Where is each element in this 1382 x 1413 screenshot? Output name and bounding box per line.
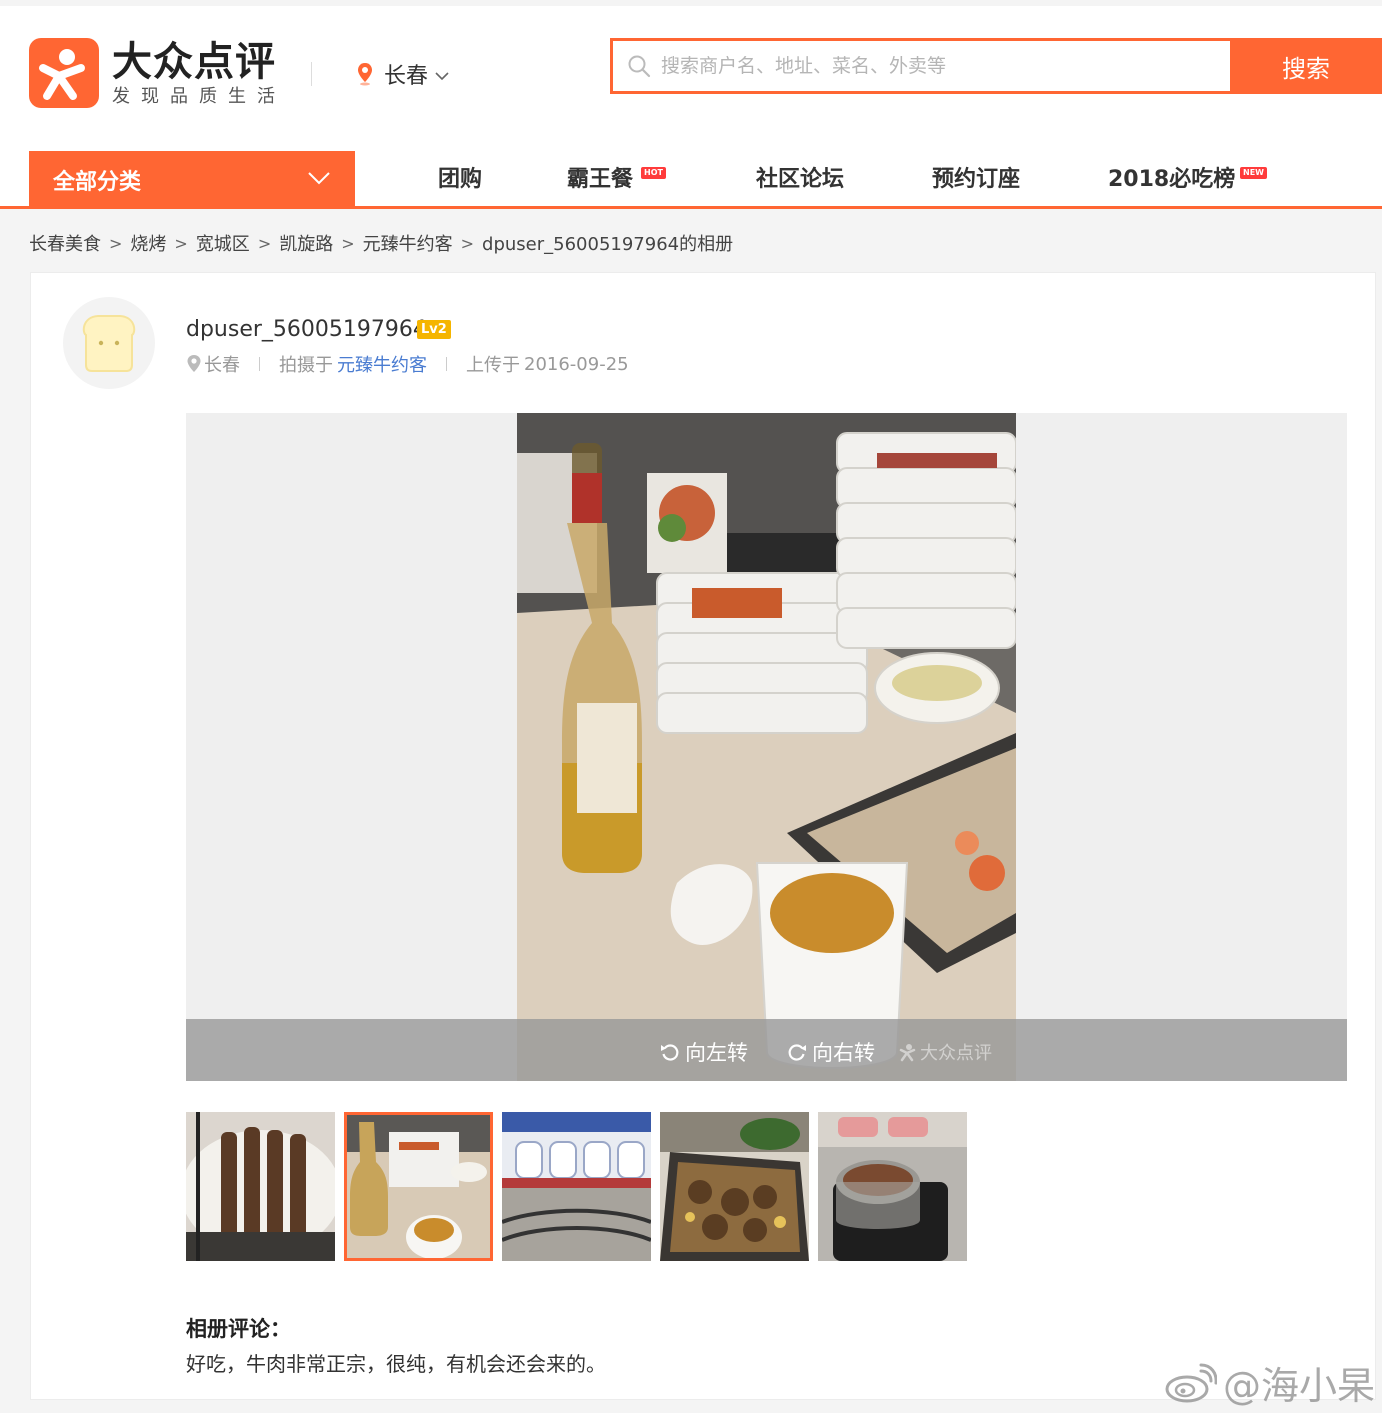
nav-item-group-buy[interactable]: 团购 — [438, 166, 482, 194]
breadcrumb-separator: > — [341, 233, 355, 253]
hot-badge: HOT — [641, 167, 666, 179]
meta-shop-link[interactable]: 元臻牛约客 — [337, 351, 427, 377]
meta-upload-prefix: 上传于 — [466, 355, 520, 376]
header-divider — [311, 62, 312, 86]
breadcrumb-separator: > — [460, 233, 475, 253]
location-pin-icon — [358, 63, 372, 86]
all-categories-dropdown[interactable]: 全部分类 — [29, 151, 355, 209]
thumbnail-beer[interactable] — [344, 1112, 493, 1261]
search-button[interactable]: 搜索 — [1230, 38, 1382, 94]
breadcrumb-separator: > — [109, 233, 123, 253]
rotate-left-button[interactable]: 向左转 — [659, 1037, 748, 1067]
username[interactable]: dpuser_56005197964 — [186, 315, 427, 345]
breadcrumb-separator: > — [174, 233, 188, 253]
meta-shot-prefix: 拍摄于 — [279, 355, 333, 376]
weibo-watermark: @海小杲 — [1163, 1355, 1375, 1410]
chevron-down-icon — [435, 72, 449, 81]
nav-item-free-meal[interactable]: 霸王餐 — [567, 166, 633, 194]
search-icon — [628, 55, 651, 78]
breadcrumb-item[interactable]: 凯旋路 — [279, 230, 333, 256]
breadcrumb-item[interactable]: 元臻牛约客 — [363, 230, 453, 256]
album-card: dpuser_56005197964 Lv2 长春 拍摄于 元臻牛约客 上传于 … — [30, 272, 1376, 1400]
nav-item-forum[interactable]: 社区论坛 — [756, 166, 844, 194]
chevron-down-icon — [308, 172, 330, 185]
dianping-logo[interactable] — [29, 38, 99, 108]
all-categories-label: 全部分类 — [53, 170, 142, 195]
breadcrumb-item[interactable]: 烧烤 — [130, 230, 166, 256]
meta-upload-date: 2016-09-25 — [524, 353, 629, 375]
comments-title: 相册评论： — [186, 1317, 291, 1341]
nav-underline — [0, 206, 1382, 209]
thumbnail-skewers[interactable] — [186, 1112, 335, 1261]
breadcrumb-item[interactable]: 长春美食 — [29, 230, 101, 256]
rotate-right-button[interactable]: 向右转 — [786, 1037, 875, 1067]
rotate-right-label: 向右转 — [812, 1041, 875, 1065]
thumbnail-grill[interactable] — [660, 1112, 809, 1261]
header: 大众点评 发现品质生活 长春 搜索 全部分类 团购 霸王餐 HOT 社区论坛 预… — [0, 6, 1382, 209]
new-badge: NEW — [1240, 167, 1267, 179]
breadcrumb-current: dpuser_56005197964的相册 — [482, 234, 734, 255]
meta-divider — [259, 357, 260, 371]
main-photo[interactable] — [517, 413, 1016, 1081]
watermark-text: 大众点评 — [920, 1043, 992, 1064]
photo-watermark: 大众点评 — [898, 1039, 992, 1065]
nav-item-reservation[interactable]: 预约订座 — [932, 166, 1020, 194]
thumbnail-hotpot[interactable] — [818, 1112, 967, 1261]
thumbnail-image — [344, 1112, 493, 1261]
rotate-right-icon — [788, 1044, 806, 1061]
thumbnail-image — [502, 1112, 651, 1261]
avatar[interactable] — [63, 297, 155, 389]
breadcrumb-separator: > — [257, 233, 272, 253]
thumbnail-image — [186, 1112, 335, 1261]
brand-slogan: 发现品质生活 — [112, 86, 286, 107]
logo-person-icon — [39, 49, 85, 100]
nav-item-must-eat-2018[interactable]: 2018必吃榜 — [1108, 166, 1235, 194]
meta-city: 长春 — [204, 355, 240, 376]
rotate-left-icon — [661, 1044, 679, 1061]
watermark-logo-icon — [899, 1044, 916, 1062]
breadcrumb-item[interactable]: 宽城区 — [196, 230, 250, 256]
brand-name: 大众点评 — [112, 39, 276, 85]
city-name: 长春 — [384, 64, 429, 89]
thumbnail-image — [818, 1112, 967, 1261]
rotate-left-label: 向左转 — [685, 1041, 748, 1065]
photo-meta: 长春 拍摄于 元臻牛约客 上传于 2016-09-25 — [186, 351, 629, 377]
thumbnail-interior[interactable] — [502, 1112, 651, 1261]
thumbnail-image — [660, 1112, 809, 1261]
meta-divider — [446, 357, 447, 371]
breadcrumb: 长春美食 > 烧烤 > 宽城区 > 凯旋路 > 元臻牛约客 > dpuser_5… — [29, 230, 733, 256]
comment-text: 好吃，牛肉非常正宗，很纯，有机会还会来的。 — [186, 1352, 606, 1376]
user-level-badge: Lv2 — [417, 320, 451, 339]
city-selector[interactable]: 长春 — [356, 59, 450, 89]
location-pin-icon — [187, 355, 201, 372]
weibo-handle: @海小杲 — [1223, 1364, 1376, 1408]
weibo-icon — [1165, 1363, 1217, 1402]
search-input[interactable] — [661, 49, 1201, 83]
search-box — [610, 38, 1232, 94]
photo-viewer: 向左转 向右转 大众点评 — [186, 413, 1347, 1081]
toast-avatar-icon — [82, 315, 136, 372]
viewer-toolbar — [186, 1019, 1347, 1081]
